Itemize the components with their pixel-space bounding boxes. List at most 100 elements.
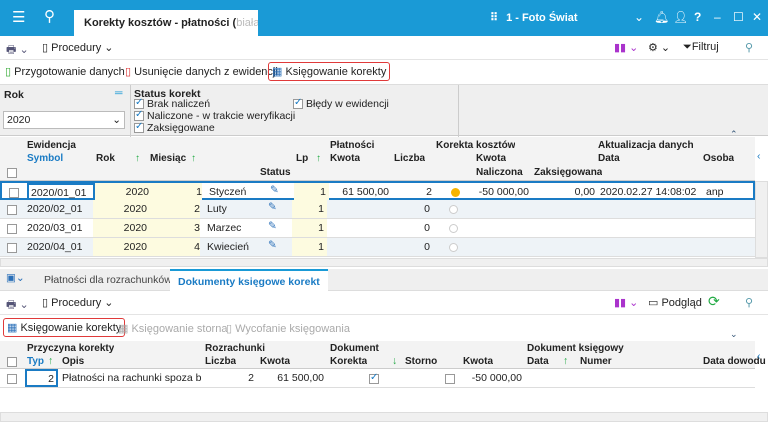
search-options-icon[interactable]: ⚲ — [745, 41, 753, 54]
procedury-button[interactable]: ▯ Procedury ⌄ — [42, 296, 114, 309]
bell-icon[interactable]: 🔔︎ — [654, 10, 669, 24]
horizontal-scrollbar[interactable] — [0, 412, 768, 422]
sort-ascending-icon[interactable]: ↑ — [191, 153, 196, 164]
print-icon[interactable]: 🖶 ⌄ — [6, 41, 29, 60]
column-header-osoba[interactable]: Osoba — [703, 153, 734, 164]
zaksiegowana-cell: 0,00 — [574, 186, 595, 198]
checkbox[interactable] — [134, 109, 144, 122]
chart-icon[interactable]: ▮▮ ⌄ — [614, 41, 638, 54]
company-selector[interactable]: ⠿ 1 - Foto Świat — [490, 11, 578, 24]
status-checkbox-item[interactable]: Błędy w ewidencji — [293, 97, 389, 110]
chevron-down-icon[interactable]: ⌄ — [634, 10, 644, 24]
settings-icon[interactable]: ⚙ ⌄ — [648, 41, 670, 54]
column-header-kwota[interactable]: Kwota — [330, 153, 360, 164]
column-header-kwota2[interactable]: Kwota — [476, 153, 506, 164]
symbol-cell[interactable]: 2020/04_01 — [25, 239, 93, 255]
storno-checkbox[interactable] — [445, 374, 455, 385]
column-header-storno[interactable]: Storno — [405, 356, 437, 367]
tab-korekty-kosztow[interactable]: Korekty kosztów - płatności (biała — [74, 10, 258, 36]
edit-document-icon[interactable]: ✎ — [270, 184, 279, 196]
refresh-icon[interactable]: ⟳ — [708, 293, 720, 310]
ksiegowanie-korekty-button[interactable]: ▦ Księgowanie korekty — [3, 318, 126, 337]
korekta-checkbox[interactable] — [369, 372, 379, 385]
row-checkbox[interactable] — [9, 188, 19, 199]
minimize-icon[interactable]: – — [714, 10, 721, 24]
vertical-scrollbar[interactable] — [755, 181, 768, 258]
row-checkbox[interactable] — [7, 224, 17, 235]
procedury-button[interactable]: ▯ Procedury ⌄ — [42, 41, 114, 54]
column-header-korekta[interactable]: Korekta — [330, 356, 367, 367]
column-header-typ[interactable]: Typ — [27, 356, 44, 367]
column-header-data[interactable]: Data — [527, 356, 549, 367]
sort-ascending-icon[interactable]: ↑ — [563, 355, 568, 367]
wycofanie-button[interactable]: ▯ Wycofanie księgowania — [226, 322, 350, 335]
menu-icon[interactable]: ☰ — [12, 8, 25, 26]
maximize-icon[interactable]: ☐ — [733, 10, 744, 24]
table-row[interactable]: 2020/01_01 2020 1 Styczeń ✎ 1 61 500,00 2 -50 00… — [0, 181, 755, 203]
column-header-opis[interactable]: Opis — [62, 356, 84, 367]
expand-icon[interactable]: ⌄ — [730, 329, 738, 340]
symbol-cell[interactable]: 2020/02_01 — [25, 201, 93, 217]
help-icon[interactable]: ? — [694, 10, 701, 24]
table-row[interactable]: 2020/03_01 2020 3 Marzec ✎ 1 0 — [0, 219, 755, 238]
column-header-zaksiegowana[interactable]: Zaksięgowana — [534, 167, 602, 178]
chevron-left-icon[interactable]: ‹ — [757, 350, 761, 362]
horizontal-scrollbar[interactable] — [0, 258, 768, 267]
close-icon[interactable]: ✕ — [752, 10, 762, 24]
column-header-miesiac[interactable]: Miesiąc — [150, 153, 186, 164]
tab-platnosci[interactable]: Płatności dla rozrachunków — [36, 269, 180, 291]
user-icon[interactable]: 👤︎ — [673, 10, 688, 24]
chart-icon[interactable]: ▮▮ ⌄ — [614, 296, 638, 309]
status-checkbox-item[interactable]: Naliczone - w trakcie weryfikacji — [134, 109, 295, 122]
ksiegowanie-label: Księgowanie korekty — [285, 66, 387, 78]
edit-document-icon[interactable]: ✎ — [268, 201, 277, 213]
column-header-kwota2[interactable]: Kwota — [463, 356, 493, 367]
symbol-cell[interactable]: 2020/03_01 — [25, 220, 93, 236]
checkbox[interactable] — [134, 121, 144, 134]
sort-ascending-icon[interactable]: ↑ — [48, 355, 53, 367]
print-icon[interactable]: 🖶 ⌄ — [6, 296, 29, 315]
status-checkbox-item[interactable]: Zaksięgowane — [134, 121, 215, 134]
search-icon[interactable]: ⚲ — [44, 7, 55, 25]
sort-descending-icon[interactable]: ↓ — [392, 355, 397, 367]
ksiegowanie-storna-button[interactable]: ▦ Księgowanie storna — [118, 322, 227, 335]
ksiegowanie-korekty-button[interactable]: ▦ Księgowanie korekty — [268, 62, 391, 81]
select-all-checkbox[interactable] — [7, 357, 17, 368]
column-header-data[interactable]: Data — [598, 153, 620, 164]
rok-select[interactable]: 2020 ⌄ — [3, 111, 125, 129]
column-header-status[interactable]: Status — [260, 167, 291, 178]
edit-document-icon[interactable]: ✎ — [268, 220, 277, 232]
tab-dokumenty[interactable]: Dokumenty księgowe korekt — [170, 269, 328, 291]
column-header-liczba[interactable]: Liczba — [205, 356, 236, 367]
checkbox[interactable] — [134, 97, 144, 110]
podglad-button[interactable]: ▭ Podgląd — [648, 296, 702, 309]
row-checkbox[interactable] — [7, 374, 17, 385]
select-all-checkbox[interactable] — [7, 168, 17, 179]
usuniecie-button[interactable]: ▯ Usunięcie danych z ewidencji — [125, 65, 278, 78]
view-icon[interactable]: ▣⌄ — [6, 272, 25, 284]
column-header-lp[interactable]: Lp — [296, 153, 308, 164]
column-header-kwota[interactable]: Kwota — [260, 356, 290, 367]
chevron-left-icon[interactable]: ‹ — [757, 150, 761, 162]
edit-document-icon[interactable]: ✎ — [268, 239, 277, 251]
column-header-liczba[interactable]: Liczba — [394, 153, 425, 164]
column-header-rok[interactable]: Rok — [96, 153, 115, 164]
row-checkbox[interactable] — [7, 243, 17, 254]
sort-ascending-icon[interactable]: ↑ — [135, 153, 140, 164]
table-row[interactable]: 2 Płatności na rachunki spoza biał 2 61 500… — [0, 369, 755, 388]
row-checkbox[interactable] — [7, 205, 17, 216]
sort-ascending-icon[interactable]: ↑ — [316, 153, 321, 164]
typ-cell[interactable]: 2 — [25, 369, 58, 387]
table-row[interactable]: 2020/02_01 2020 2 Luty ✎ 1 0 — [0, 200, 755, 219]
column-header-naliczona[interactable]: Naliczona — [476, 167, 523, 178]
search-options-icon[interactable]: ⚲ — [745, 296, 753, 309]
filter-button[interactable]: ⏷Filtruj — [683, 41, 719, 54]
column-header-numer[interactable]: Numer — [580, 356, 612, 367]
przygotowanie-button[interactable]: ▯ Przygotowanie danych — [5, 65, 125, 78]
table-row[interactable]: 2020/04_01 2020 4 Kwiecień ✎ 1 0 — [0, 238, 755, 257]
status-dot-icon — [449, 243, 458, 252]
checkbox[interactable] — [293, 97, 303, 110]
column-header-symbol[interactable]: Symbol — [27, 153, 63, 164]
status-checkbox-item[interactable]: Brak naliczeń — [134, 97, 210, 110]
equals-icon[interactable]: ═ — [115, 87, 122, 99]
